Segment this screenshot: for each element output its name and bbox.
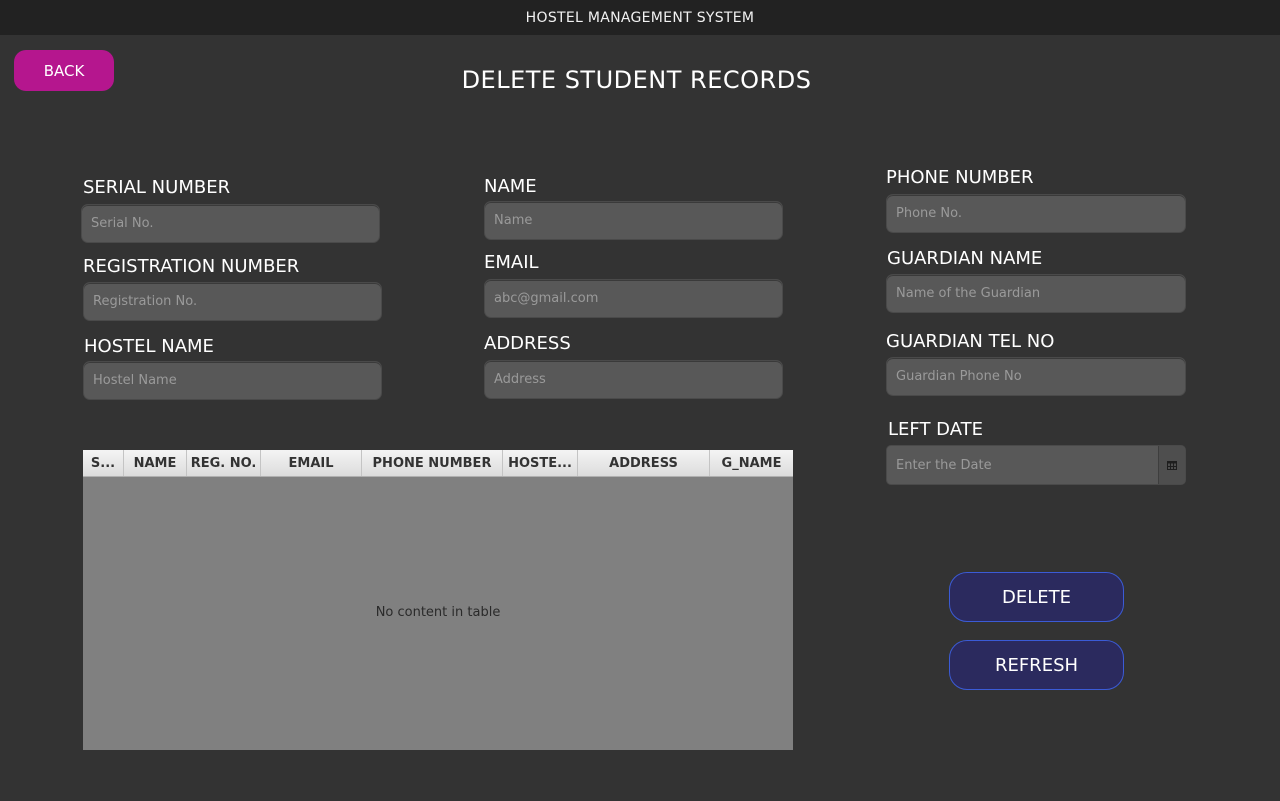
column-header-phone-number[interactable]: PHONE NUMBER bbox=[362, 450, 503, 476]
phone-number-placeholder: Phone No. bbox=[896, 206, 962, 221]
calendar-icon[interactable] bbox=[1158, 446, 1185, 484]
serial-number-label: SERIAL NUMBER bbox=[83, 177, 231, 198]
window-titlebar: HOSTEL MANAGEMENT SYSTEM bbox=[0, 0, 1280, 35]
column-header-serial[interactable]: S... bbox=[83, 450, 124, 476]
column-header-name[interactable]: NAME bbox=[124, 450, 187, 476]
registration-number-input[interactable]: Registration No. bbox=[83, 282, 382, 321]
left-date-label: LEFT DATE bbox=[888, 419, 983, 440]
address-placeholder: Address bbox=[494, 372, 546, 387]
name-label: NAME bbox=[484, 176, 537, 197]
column-header-hostel[interactable]: HOSTE... bbox=[503, 450, 578, 476]
delete-button[interactable]: DELETE bbox=[949, 572, 1124, 622]
table-header: S... NAME REG. NO. EMAIL PHONE NUMBER HO… bbox=[83, 450, 793, 477]
guardian-name-input[interactable]: Name of the Guardian bbox=[886, 274, 1186, 313]
student-records-table[interactable]: S... NAME REG. NO. EMAIL PHONE NUMBER HO… bbox=[83, 450, 793, 750]
column-header-address[interactable]: ADDRESS bbox=[578, 450, 710, 476]
page-title: DELETE STUDENT RECORDS bbox=[461, 66, 812, 94]
serial-number-input[interactable]: Serial No. bbox=[81, 204, 380, 243]
left-date-picker[interactable]: Enter the Date bbox=[886, 445, 1186, 485]
serial-number-placeholder: Serial No. bbox=[91, 216, 154, 231]
email-placeholder: abc@gmail.com bbox=[494, 291, 599, 306]
column-header-email[interactable]: EMAIL bbox=[261, 450, 362, 476]
guardian-name-label: GUARDIAN NAME bbox=[887, 248, 1043, 269]
phone-number-input[interactable]: Phone No. bbox=[886, 194, 1186, 233]
refresh-button[interactable]: REFRESH bbox=[949, 640, 1124, 690]
name-placeholder: Name bbox=[494, 213, 533, 228]
phone-number-label: PHONE NUMBER bbox=[886, 167, 1034, 188]
left-date-placeholder: Enter the Date bbox=[896, 457, 992, 473]
guardian-tel-input[interactable]: Guardian Phone No bbox=[886, 357, 1186, 396]
refresh-button-label: REFRESH bbox=[994, 654, 1079, 676]
address-label: ADDRESS bbox=[484, 333, 571, 354]
guardian-name-placeholder: Name of the Guardian bbox=[896, 286, 1041, 301]
guardian-tel-label: GUARDIAN TEL NO bbox=[886, 331, 1055, 352]
hostel-name-placeholder: Hostel Name bbox=[93, 373, 177, 388]
column-header-guardian-name[interactable]: G_NAME bbox=[710, 450, 793, 476]
hostel-name-label: HOSTEL NAME bbox=[84, 336, 214, 357]
window-title: HOSTEL MANAGEMENT SYSTEM bbox=[525, 9, 755, 26]
hostel-name-input[interactable]: Hostel Name bbox=[83, 361, 382, 400]
table-empty-message: No content in table bbox=[375, 605, 501, 620]
registration-number-placeholder: Registration No. bbox=[93, 294, 198, 309]
email-input[interactable]: abc@gmail.com bbox=[484, 279, 783, 318]
guardian-tel-placeholder: Guardian Phone No bbox=[896, 369, 1022, 384]
email-label: EMAIL bbox=[484, 252, 539, 273]
column-header-reg-no[interactable]: REG. NO. bbox=[187, 450, 261, 476]
address-input[interactable]: Address bbox=[484, 360, 783, 399]
name-input[interactable]: Name bbox=[484, 201, 783, 240]
left-date-input[interactable]: Enter the Date bbox=[887, 446, 1158, 484]
delete-button-label: DELETE bbox=[1001, 586, 1071, 608]
registration-number-label: REGISTRATION NUMBER bbox=[83, 256, 300, 277]
